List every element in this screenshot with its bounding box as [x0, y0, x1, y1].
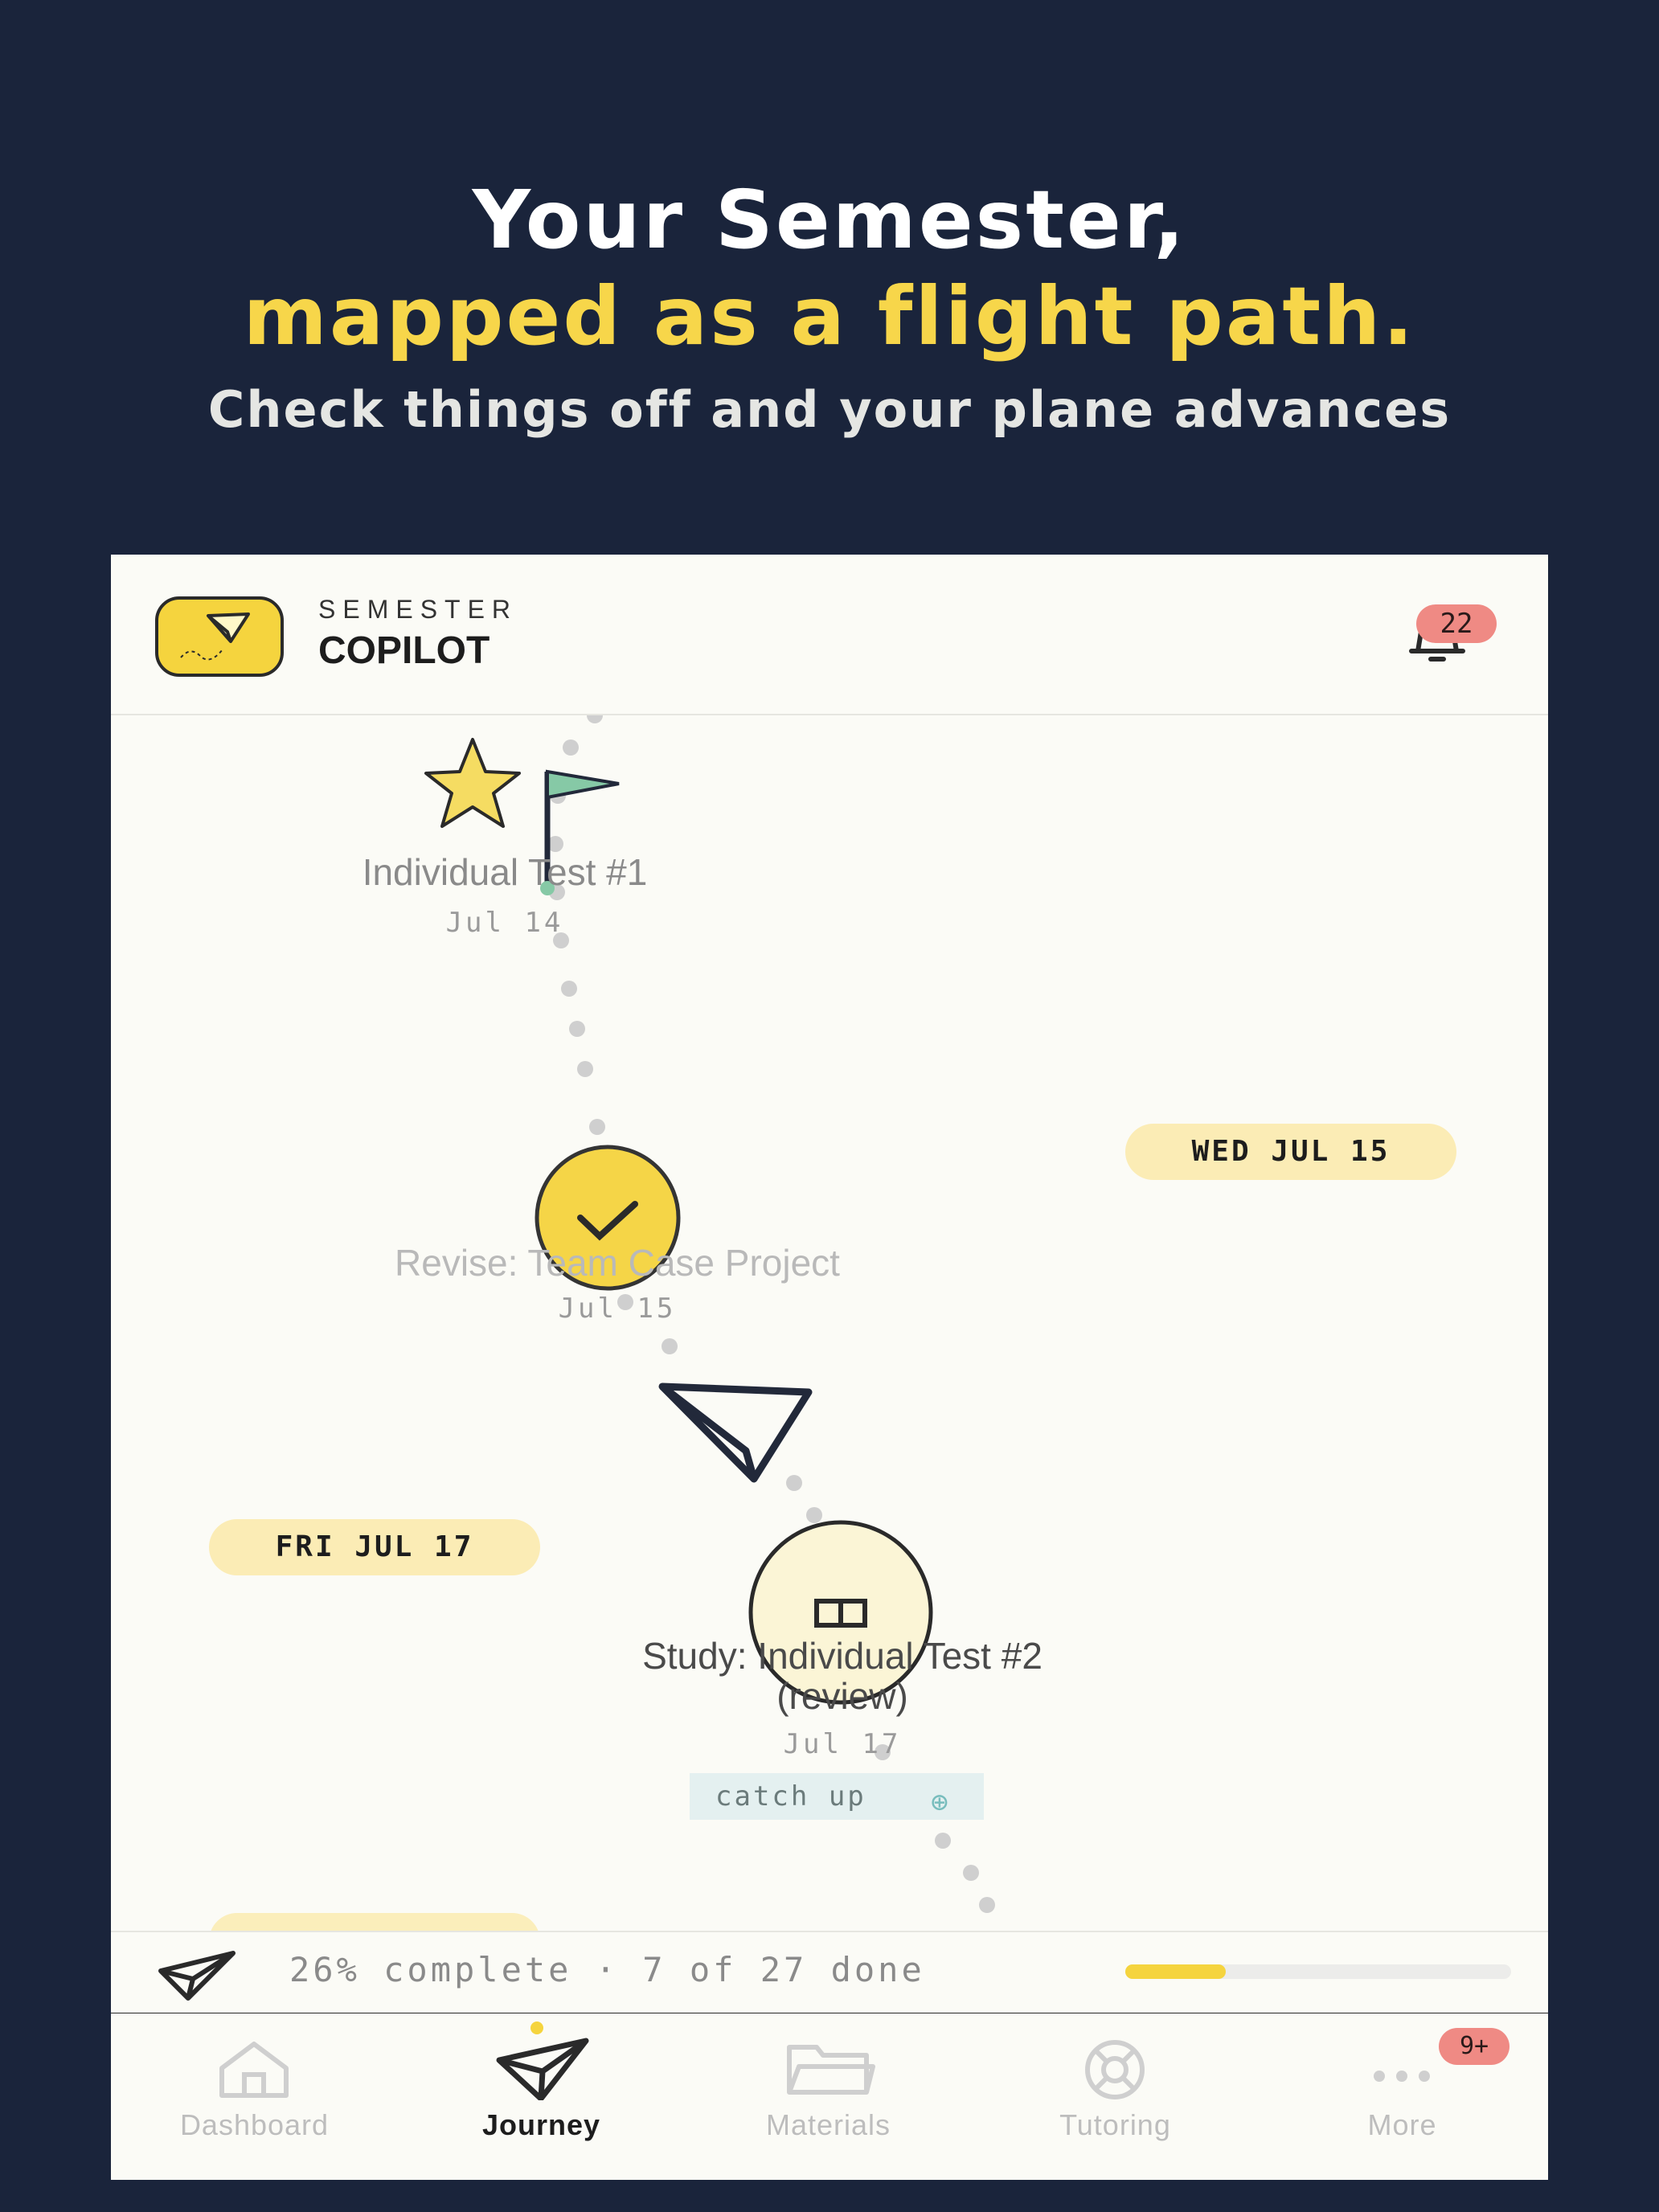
task-title[interactable]: Individual Test #1 [272, 850, 738, 894]
date-pill: FRI JUL 17 [209, 1519, 540, 1575]
hero-subtitle: Check things off and your plane advances [207, 380, 1452, 439]
catch-up-tag[interactable]: catch up ⊕ [690, 1773, 984, 1820]
hero-title: Your Semester, [472, 173, 1187, 267]
brand-subtitle: SEMESTER [318, 595, 518, 624]
tab-label: Tutoring [1059, 2108, 1171, 2141]
home-icon [219, 2042, 289, 2098]
task-date: Jul 15 [558, 1292, 677, 1325]
tab-materials[interactable]: Materials [685, 2013, 972, 2180]
paper-plane-logo-icon [180, 612, 250, 661]
task-date: Jul 17 [783, 1728, 902, 1760]
active-tab-indicator [530, 2022, 543, 2034]
tab-journey[interactable]: Journey [398, 2013, 685, 2180]
catch-up-label: catch up [715, 1780, 866, 1813]
notification-badge: 22 [1416, 604, 1497, 643]
lifebuoy-icon: ⊕ [931, 1786, 951, 1819]
task-title-line: (review) [776, 1675, 908, 1717]
progress-track [1125, 1964, 1511, 1979]
hero-highlight: mapped as a flight path. [243, 269, 1416, 363]
progress-text: 26% complete · 7 of 27 done [289, 1950, 925, 1989]
task-title[interactable]: Revise: Team Case Project [304, 1241, 931, 1284]
paper-plane-marker-icon [658, 1382, 813, 1483]
progress-bar: 26% complete · 7 of 27 done [111, 1931, 1548, 2015]
lifebuoy-icon [1085, 2040, 1145, 2099]
app-logo [155, 596, 284, 677]
date-pill: WED JUL 15 [1125, 1124, 1456, 1180]
tab-dashboard[interactable]: Dashboard [111, 2013, 398, 2180]
task-title-line: Study: Individual Test #2 [642, 1635, 1043, 1677]
paper-plane-icon [158, 1951, 236, 2001]
app-screen: SEMESTER COPILOT 22 Individual Test #1 J… [111, 555, 1548, 2180]
more-badge: 9+ [1439, 2028, 1509, 2065]
task-title[interactable]: Study: Individual Test #2 (review) [529, 1636, 1156, 1716]
task-date: Jul 14 [445, 907, 564, 939]
paper-plane-icon [496, 2038, 589, 2100]
folder-icon [787, 2045, 875, 2095]
tab-label: Journey [481, 2108, 601, 2141]
tab-label: Materials [765, 2108, 891, 2141]
tab-label: Dashboard [179, 2108, 330, 2141]
tab-label: More [1367, 2108, 1437, 2141]
progress-fill [1125, 1964, 1226, 1979]
brand-title: COPILOT [318, 629, 490, 672]
tab-bar: Dashboard Journey Materials Tutoring Mor… [111, 2013, 1548, 2180]
app-header: SEMESTER COPILOT 22 [111, 555, 1548, 715]
star-icon [424, 738, 521, 828]
tab-tutoring[interactable]: Tutoring [972, 2013, 1259, 2180]
more-dots-icon [1374, 2071, 1430, 2082]
